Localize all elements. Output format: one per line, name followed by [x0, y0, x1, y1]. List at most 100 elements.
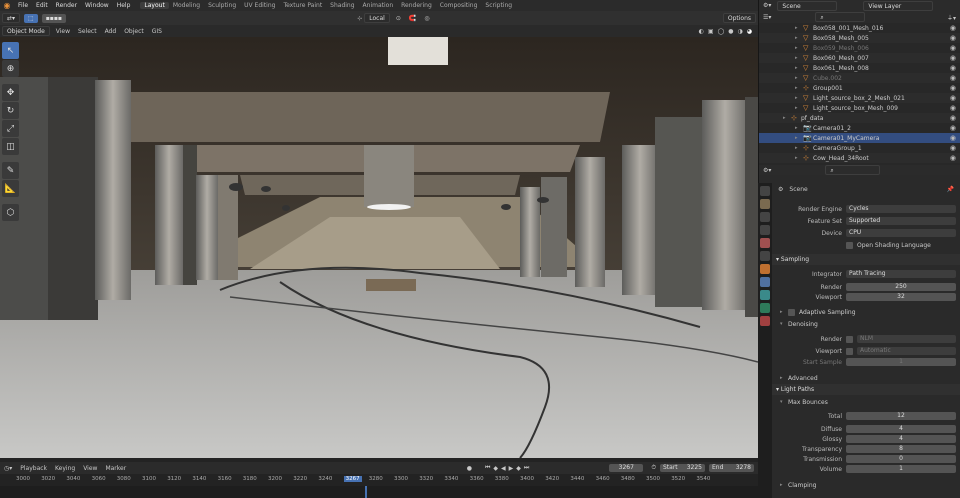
tab-layout[interactable]: Layout [140, 2, 169, 9]
tab-animation[interactable]: Animation [359, 2, 398, 9]
viewport-menu-view[interactable]: View [52, 28, 74, 35]
outliner-item[interactable]: ▸ ▽ Box059_Mesh_006 ◉ [759, 43, 960, 53]
material-tab-icon[interactable] [760, 316, 770, 326]
integrator-dropdown[interactable]: Path Tracing [846, 270, 956, 278]
playhead[interactable] [365, 486, 367, 498]
adaptive-sampling-section[interactable]: ▸ Adaptive Sampling [780, 307, 960, 317]
eye-icon[interactable]: ◉ [950, 64, 956, 72]
clamping-section[interactable]: ▸ Clamping [780, 480, 960, 490]
max-bounces-section[interactable]: ▾ Max Bounces [780, 397, 960, 407]
jump-start-icon[interactable]: ⏮ [485, 464, 490, 472]
physics-tab-icon[interactable] [760, 290, 770, 300]
wireframe-shading-icon[interactable]: ◯ [718, 28, 725, 35]
denoise-viewport-dropdown[interactable]: Automatic [857, 347, 956, 355]
outliner-item[interactable]: ▸ ⊹ Group001 ◉ [759, 83, 960, 93]
tab-sculpting[interactable]: Sculpting [204, 2, 240, 9]
total-field[interactable]: 12 [846, 412, 956, 420]
outliner-item[interactable]: ▸ ▽ Light_source_box_2_Mesh_021 ◉ [759, 93, 960, 103]
timeline-editor-icon[interactable]: ◷▾ [0, 465, 16, 472]
tab-modeling[interactable]: Modeling [169, 2, 204, 9]
properties-editor-icon[interactable]: ⚙▾ [763, 167, 771, 174]
viewport-menu-select[interactable]: Select [74, 28, 101, 35]
eye-icon[interactable]: ◉ [950, 84, 956, 92]
next-keyframe-icon[interactable]: ◆ [516, 465, 521, 472]
3d-viewport[interactable] [0, 37, 758, 458]
expand-arrow-icon[interactable]: ▸ [795, 105, 803, 111]
constraint-tab-icon[interactable] [760, 303, 770, 313]
modifier-tab-icon[interactable] [760, 277, 770, 287]
outliner-item[interactable]: ▸ ▽ Box058_001_Mesh_016 ◉ [759, 23, 960, 33]
start-frame-field[interactable]: Start 3225 [660, 464, 705, 472]
denoise-render-checkbox[interactable] [846, 335, 853, 343]
menu-file[interactable]: File [14, 2, 32, 9]
feature-set-dropdown[interactable]: Supported [846, 217, 956, 225]
transform-tool-icon[interactable]: ◫ [2, 138, 19, 155]
tab-uv-editing[interactable]: UV Editing [240, 2, 279, 9]
select-mode-icons[interactable]: ▪▪▪▪ [41, 13, 66, 23]
expand-arrow-icon[interactable]: ▸ [795, 25, 803, 31]
object-mode-dropdown[interactable]: Object Mode [2, 26, 50, 36]
rendered-shading-icon[interactable]: ◕ [747, 28, 752, 35]
outliner-item[interactable]: ▸ ▽ Light_source_box_Mesh_009 ◉ [759, 103, 960, 113]
editor-type-icon[interactable]: ⇄▾ [2, 13, 21, 23]
diffuse-field[interactable]: 4 [846, 425, 956, 433]
denoise-render-dropdown[interactable]: NLM [857, 335, 956, 343]
proportional-icon[interactable]: ◎ [424, 15, 429, 22]
preview-range-icon[interactable]: ⏱ [651, 464, 656, 472]
menu-help[interactable]: Help [113, 2, 135, 9]
snap-icon[interactable]: 🧲 [409, 15, 416, 22]
expand-arrow-icon[interactable]: ▸ [795, 35, 803, 41]
menu-edit[interactable]: Edit [32, 2, 52, 9]
annotate-tool-icon[interactable]: ✎ [2, 162, 19, 179]
denoise-viewport-checkbox[interactable] [846, 347, 853, 355]
transparency-field[interactable]: 8 [846, 445, 956, 453]
scene-selector[interactable]: Scene [777, 0, 838, 11]
expand-arrow-icon[interactable]: ▸ [795, 135, 803, 141]
output-tab-icon[interactable] [760, 212, 770, 222]
tab-rendering[interactable]: Rendering [397, 2, 436, 9]
solid-shading-icon[interactable]: ● [728, 28, 733, 35]
outliner-item[interactable]: ▸ ▽ Box058_Mesh_005 ◉ [759, 33, 960, 43]
eye-icon[interactable]: ◉ [950, 114, 956, 122]
tab-texture-paint[interactable]: Texture Paint [279, 2, 326, 9]
eye-icon[interactable]: ◉ [950, 24, 956, 32]
expand-arrow-icon[interactable]: ▸ [783, 115, 791, 121]
world-tab-icon[interactable] [760, 251, 770, 261]
outliner-editor-icon[interactable]: ☰▾ [763, 14, 771, 21]
xray-icon[interactable]: ▣ [708, 28, 714, 35]
scene-icon[interactable]: ⚙▾ [763, 2, 771, 9]
select-tool-icon[interactable]: ↖ [2, 42, 19, 59]
properties-search-input[interactable]: ⌕ [825, 165, 881, 175]
outliner-item[interactable]: ▸ ▽ Box061_Mesh_008 ◉ [759, 63, 960, 73]
expand-arrow-icon[interactable]: ▸ [795, 145, 803, 151]
timeline-menu-marker[interactable]: Marker [101, 465, 130, 472]
play-reverse-icon[interactable]: ◀ [501, 465, 506, 472]
move-tool-icon[interactable]: ✥ [2, 84, 19, 101]
timeline-ruler[interactable]: 3000 3020 3040 3060 3080 3100 3120 3140 3160 3180… [0, 474, 758, 486]
add-cube-tool-icon[interactable]: ⬡ [2, 204, 19, 221]
transmission-field[interactable]: 0 [846, 455, 956, 463]
pin-icon[interactable]: 📌 [947, 186, 954, 193]
play-icon[interactable]: ▶ [509, 465, 514, 472]
eye-icon[interactable]: ◉ [950, 94, 956, 102]
eye-icon[interactable]: ◉ [950, 54, 956, 62]
outliner-item[interactable]: ▸ ▽ Cube.002 ◉ [759, 73, 960, 83]
timeline-menu-playback[interactable]: Playback [16, 465, 51, 472]
timeline-menu-keying[interactable]: Keying [51, 465, 79, 472]
render-samples-field[interactable]: 250 [846, 283, 956, 291]
rotate-tool-icon[interactable]: ↻ [2, 102, 19, 119]
menu-render[interactable]: Render [52, 2, 81, 9]
outliner-item[interactable]: ▸ 📷 Camera01_2 ◉ [759, 123, 960, 133]
measure-tool-icon[interactable]: 📐 [2, 180, 19, 197]
prev-keyframe-icon[interactable]: ◆ [493, 465, 498, 472]
light-paths-section[interactable]: ▾ Light Paths [772, 384, 960, 395]
expand-arrow-icon[interactable]: ▸ [795, 75, 803, 81]
blender-logo-icon[interactable]: ◉ [0, 1, 14, 11]
options-dropdown[interactable]: Options [722, 13, 756, 23]
pivot-icon[interactable]: ⊙ [396, 15, 401, 22]
expand-arrow-icon[interactable]: ▸ [795, 65, 803, 71]
glossy-field[interactable]: 4 [846, 435, 956, 443]
current-frame-field[interactable]: 3267 [609, 464, 644, 472]
orientation-dropdown[interactable]: Local [364, 13, 390, 23]
device-dropdown[interactable]: CPU [846, 229, 956, 237]
